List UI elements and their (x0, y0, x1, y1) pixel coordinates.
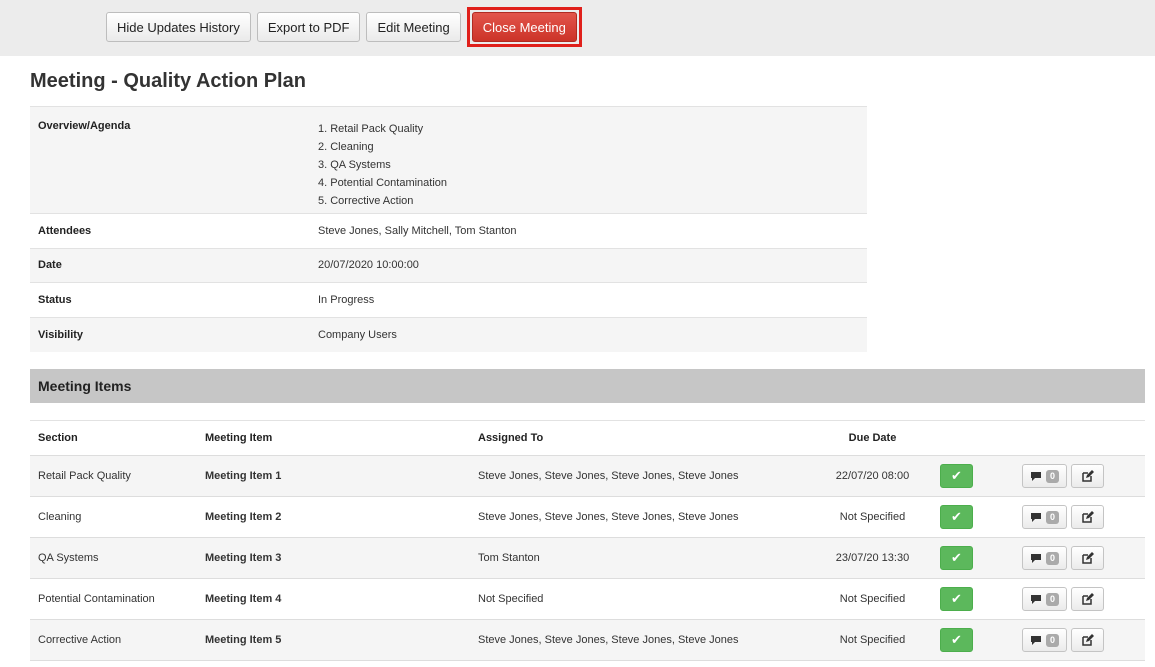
table-header-row: Section Meeting Item Assigned To Due Dat… (30, 420, 1145, 456)
edit-item-button[interactable] (1071, 587, 1104, 611)
complete-button[interactable]: ✔ (940, 505, 973, 529)
comment-count-badge: 0 (1045, 469, 1059, 483)
meeting-items-table: Section Meeting Item Assigned To Due Dat… (30, 420, 1145, 661)
status-label: Status (30, 282, 310, 317)
comment-icon (1030, 512, 1041, 522)
edit-icon (1082, 551, 1094, 564)
details-row-date: Date 20/07/2020 10:00:00 (30, 247, 867, 283)
details-row-attendees: Attendees Steve Jones, Sally Mitchell, T… (30, 213, 867, 248)
page-title: Meeting - Quality Action Plan (30, 70, 306, 92)
edit-item-button[interactable] (1071, 628, 1104, 652)
table-row[interactable]: Cleaning Meeting Item 2 Steve Jones, Ste… (30, 496, 1145, 538)
agenda-item: 1. Retail Pack Quality (318, 123, 424, 135)
details-row-overview: Overview/Agenda 1. Retail Pack Quality 2… (30, 106, 867, 214)
agenda-list: 1. Retail Pack Quality 2. Cleaning 3. QA… (310, 106, 867, 214)
row-section: Retail Pack Quality (30, 455, 197, 497)
column-header-complete (930, 420, 1012, 456)
date-label: Date (30, 247, 310, 283)
comments-button[interactable]: 0 (1022, 464, 1067, 488)
comments-button[interactable]: 0 (1022, 505, 1067, 529)
agenda-item: 3. QA Systems (318, 159, 391, 171)
row-section: Potential Contamination (30, 578, 197, 620)
toolbar: Hide Updates History Export to PDF Edit … (106, 7, 582, 47)
comment-count-badge: 0 (1045, 551, 1059, 565)
check-icon: ✔ (951, 550, 962, 565)
edit-item-button[interactable] (1071, 505, 1104, 529)
comment-count-badge: 0 (1045, 510, 1059, 524)
row-meeting-item[interactable]: Meeting Item 2 (197, 496, 470, 538)
meeting-details-table: Overview/Agenda 1. Retail Pack Quality 2… (30, 106, 867, 352)
agenda-item: 4. Potential Contamination (318, 177, 448, 189)
comments-button[interactable]: 0 (1022, 628, 1067, 652)
overview-label: Overview/Agenda (30, 106, 310, 214)
visibility-label: Visibility (30, 316, 310, 352)
edit-icon (1082, 469, 1094, 482)
row-assigned-to: Steve Jones, Steve Jones, Steve Jones, S… (470, 619, 815, 661)
row-due-date: Not Specified (815, 619, 930, 661)
complete-button[interactable]: ✔ (940, 587, 973, 611)
date-value: 20/07/2020 10:00:00 (310, 247, 867, 283)
edit-icon (1082, 592, 1094, 605)
table-row[interactable]: Potential Contamination Meeting Item 4 N… (30, 578, 1145, 620)
agenda-item: 5. Corrective Action (318, 195, 414, 207)
visibility-value: Company Users (310, 316, 867, 352)
comment-icon (1030, 594, 1041, 604)
top-toolbar-area: Hide Updates History Export to PDF Edit … (0, 0, 1155, 56)
row-assigned-to: Steve Jones, Steve Jones, Steve Jones, S… (470, 455, 815, 497)
row-assigned-to: Tom Stanton (470, 537, 815, 579)
table-row[interactable]: Corrective Action Meeting Item 5 Steve J… (30, 619, 1145, 661)
details-row-visibility: Visibility Company Users (30, 316, 867, 352)
comment-count-badge: 0 (1045, 633, 1059, 647)
table-row[interactable]: Retail Pack Quality Meeting Item 1 Steve… (30, 455, 1145, 497)
column-header-meeting-item[interactable]: Meeting Item (197, 420, 470, 456)
check-icon: ✔ (951, 632, 962, 647)
close-meeting-highlight: Close Meeting (466, 7, 582, 47)
comment-count-badge: 0 (1045, 592, 1059, 606)
comments-button[interactable]: 0 (1022, 546, 1067, 570)
row-section: Corrective Action (30, 619, 197, 661)
edit-meeting-button[interactable]: Edit Meeting (366, 12, 461, 42)
edit-item-button[interactable] (1071, 546, 1104, 570)
agenda-item: 2. Cleaning (318, 141, 374, 153)
attendees-label: Attendees (30, 213, 310, 248)
row-meeting-item[interactable]: Meeting Item 1 (197, 455, 470, 497)
comment-icon (1030, 635, 1041, 645)
complete-button[interactable]: ✔ (940, 546, 973, 570)
column-header-section[interactable]: Section (30, 420, 197, 456)
export-to-pdf-button[interactable]: Export to PDF (256, 12, 361, 42)
meeting-panel: Meeting - Quality Action Plan Overview/A… (16, 56, 1155, 667)
check-icon: ✔ (951, 468, 962, 483)
comments-button[interactable]: 0 (1022, 587, 1067, 611)
details-row-status: Status In Progress (30, 282, 867, 317)
column-header-assigned-to[interactable]: Assigned To (470, 420, 815, 456)
row-due-date: 22/07/20 08:00 (815, 455, 930, 497)
hide-updates-history-button[interactable]: Hide Updates History (106, 12, 251, 42)
complete-button[interactable]: ✔ (940, 628, 973, 652)
column-header-actions (1012, 420, 1145, 456)
column-header-due-date[interactable]: Due Date (815, 420, 930, 456)
check-icon: ✔ (951, 591, 962, 606)
comment-icon (1030, 471, 1041, 481)
row-meeting-item[interactable]: Meeting Item 4 (197, 578, 470, 620)
complete-button[interactable]: ✔ (940, 464, 973, 488)
attendees-value: Steve Jones, Sally Mitchell, Tom Stanton (310, 213, 867, 248)
row-section: Cleaning (30, 496, 197, 538)
row-section: QA Systems (30, 537, 197, 579)
row-due-date: 23/07/20 13:30 (815, 537, 930, 579)
edit-icon (1082, 510, 1094, 523)
row-due-date: Not Specified (815, 578, 930, 620)
row-assigned-to: Not Specified (470, 578, 815, 620)
close-meeting-button[interactable]: Close Meeting (471, 12, 577, 42)
row-meeting-item[interactable]: Meeting Item 5 (197, 619, 470, 661)
row-meeting-item[interactable]: Meeting Item 3 (197, 537, 470, 579)
row-due-date: Not Specified (815, 496, 930, 538)
comment-icon (1030, 553, 1041, 563)
status-value: In Progress (310, 282, 867, 317)
edit-item-button[interactable] (1071, 464, 1104, 488)
table-row[interactable]: QA Systems Meeting Item 3 Tom Stanton 23… (30, 537, 1145, 579)
row-assigned-to: Steve Jones, Steve Jones, Steve Jones, S… (470, 496, 815, 538)
check-icon: ✔ (951, 509, 962, 524)
edit-icon (1082, 633, 1094, 646)
meeting-items-heading: Meeting Items (30, 369, 1145, 403)
